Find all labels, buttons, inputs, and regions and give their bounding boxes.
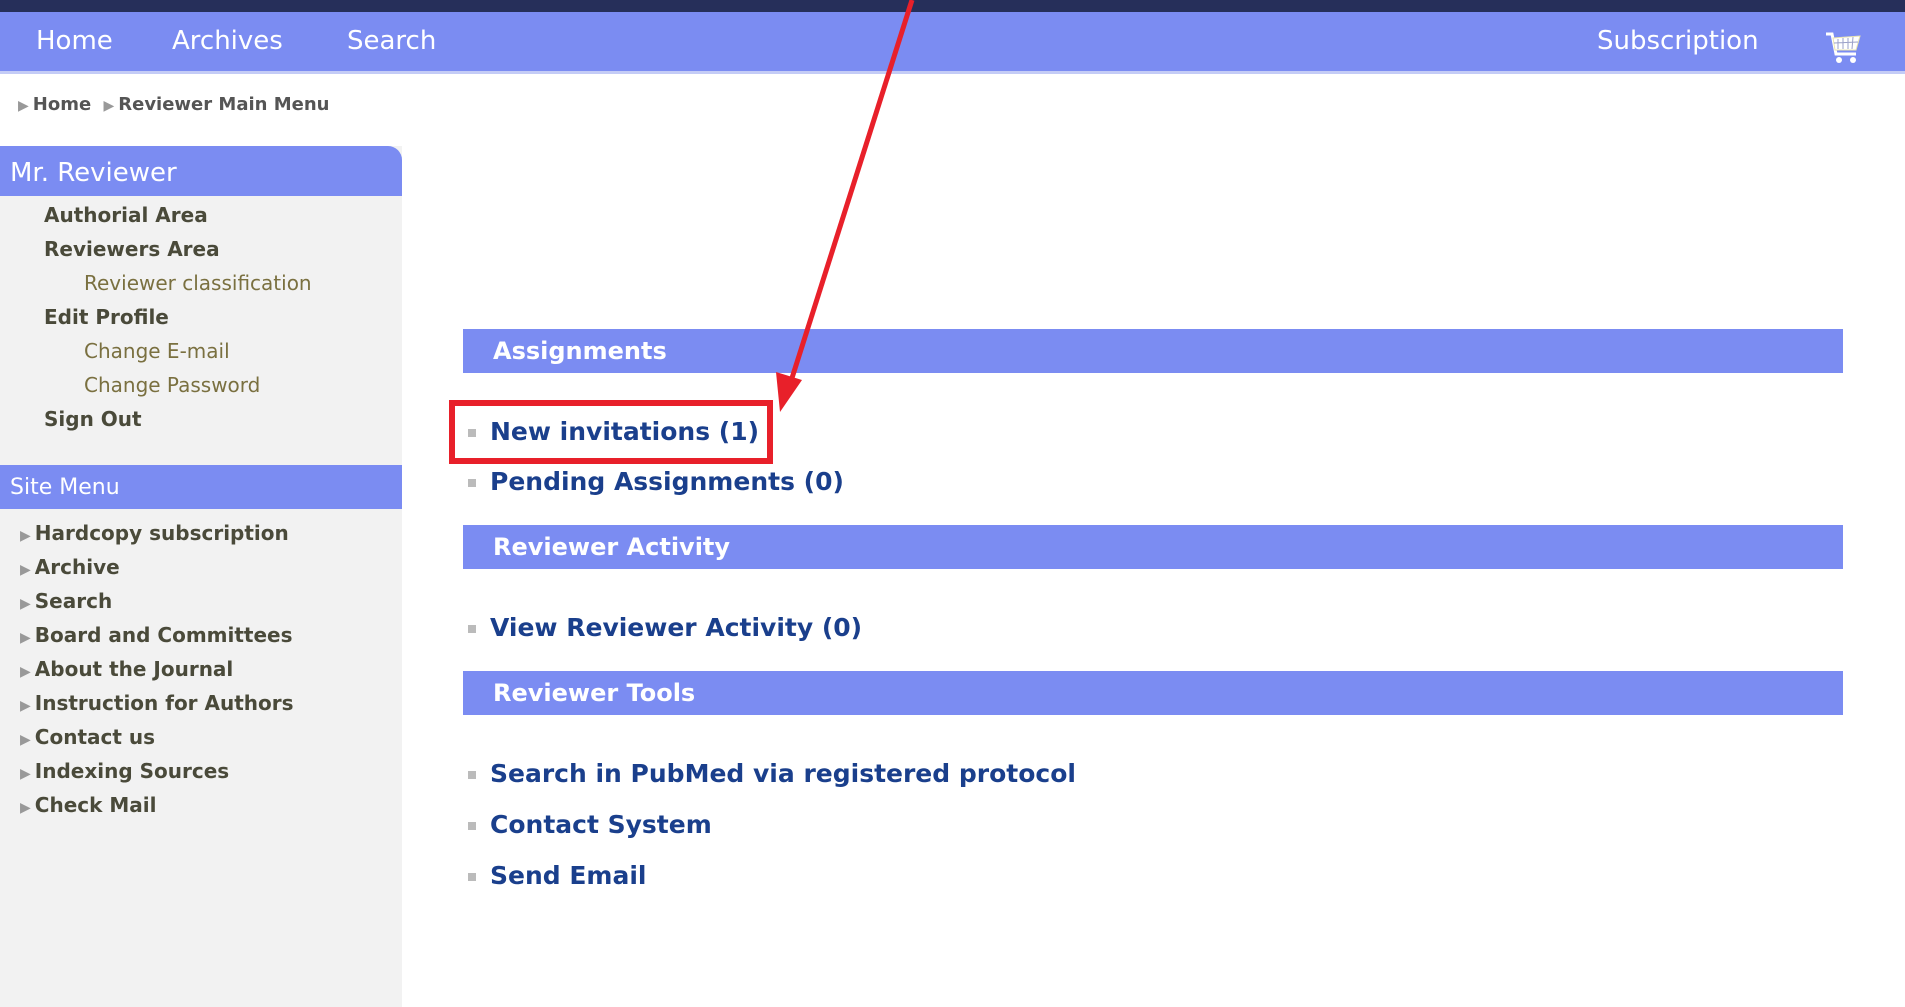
- arrow-icon: ▶: [20, 630, 31, 646]
- site-menu-label: Board and Committees: [34, 623, 293, 647]
- send-email-label: Send Email: [490, 861, 647, 890]
- site-menu-label: Contact us: [34, 725, 156, 749]
- sidebar-reviewer-classification-link[interactable]: Reviewer classification: [84, 270, 312, 296]
- site-menu-label: Search: [34, 589, 113, 613]
- arrow-icon: ▶: [20, 698, 31, 714]
- nav-subscription-link[interactable]: Subscription: [1597, 26, 1759, 56]
- view-reviewer-activity-link[interactable]: View Reviewer Activity (0): [468, 613, 862, 643]
- sidebar-authorial-area-link[interactable]: Authorial Area: [44, 202, 208, 228]
- top-strip: [0, 0, 1905, 12]
- search-pubmed-link[interactable]: Search in PubMed via registered protocol: [468, 759, 1076, 789]
- arrow-icon: ▶: [20, 664, 31, 680]
- view-reviewer-activity-label: View Reviewer Activity (0): [490, 613, 863, 642]
- reviewer-tools-section-header: Reviewer Tools: [463, 671, 1843, 715]
- site-menu-board-and-committees[interactable]: ▶ Board and Committees: [20, 622, 293, 651]
- site-menu-label: Archive: [34, 555, 120, 579]
- arrow-icon: ▶: [20, 528, 31, 544]
- arrow-icon: ▶: [20, 766, 31, 782]
- site-menu-search[interactable]: ▶ Search: [20, 588, 112, 617]
- pending-assignments-link[interactable]: Pending Assignments (0): [468, 467, 844, 497]
- breadcrumb-arrow-icon: ▶: [18, 98, 29, 114]
- bullet-icon: [468, 822, 476, 830]
- sidebar-user-header: Mr. Reviewer: [0, 146, 402, 196]
- arrow-icon: ▶: [20, 800, 31, 816]
- bullet-icon: [468, 625, 476, 633]
- site-menu-label: Indexing Sources: [34, 759, 230, 783]
- arrow-icon: ▶: [20, 596, 31, 612]
- site-menu-label: About the Journal: [34, 657, 234, 681]
- nav-archives-link[interactable]: Archives: [172, 26, 283, 56]
- arrow-icon: ▶: [20, 732, 31, 748]
- sidebar-edit-profile-link[interactable]: Edit Profile: [44, 304, 169, 330]
- bullet-icon: [468, 771, 476, 779]
- sidebar-site-menu-header: Site Menu: [0, 465, 402, 509]
- assignments-section-header: Assignments: [463, 329, 1843, 373]
- site-menu-archive[interactable]: ▶ Archive: [20, 554, 120, 583]
- send-email-link[interactable]: Send Email: [468, 861, 647, 891]
- sidebar-reviewers-area-link[interactable]: Reviewers Area: [44, 236, 220, 262]
- annotation-highlight-box: [449, 400, 773, 464]
- nav-home-link[interactable]: Home: [36, 26, 113, 56]
- bullet-icon: [468, 873, 476, 881]
- breadcrumb-current: Reviewer Main Menu: [118, 94, 330, 115]
- contact-system-link[interactable]: Contact System: [468, 810, 712, 840]
- sidebar-change-email-link[interactable]: Change E-mail: [84, 338, 230, 364]
- search-pubmed-label: Search in PubMed via registered protocol: [490, 759, 1076, 788]
- top-nav-bar: Home Archives Search Subscription: [0, 12, 1905, 74]
- site-menu-label: Hardcopy subscription: [34, 521, 289, 545]
- sidebar-change-password-link[interactable]: Change Password: [84, 372, 260, 398]
- breadcrumb-arrow-icon: ▶: [103, 98, 115, 114]
- site-menu-label: Check Mail: [34, 793, 157, 817]
- shopping-cart-icon[interactable]: [1824, 28, 1864, 68]
- breadcrumb: ▶ Home ▶ Reviewer Main Menu: [18, 94, 335, 115]
- site-menu-about-the-journal[interactable]: ▶ About the Journal: [20, 656, 233, 685]
- site-menu-hardcopy-subscription[interactable]: ▶ Hardcopy subscription: [20, 520, 289, 549]
- site-menu-label: Instruction for Authors: [34, 691, 294, 715]
- site-menu-contact-us[interactable]: ▶ Contact us: [20, 724, 155, 753]
- pending-assignments-label: Pending Assignments (0): [490, 467, 844, 496]
- reviewer-activity-section-header: Reviewer Activity: [463, 525, 1843, 569]
- site-menu-instruction-for-authors[interactable]: ▶ Instruction for Authors: [20, 690, 294, 719]
- site-menu-indexing-sources[interactable]: ▶ Indexing Sources: [20, 758, 229, 787]
- breadcrumb-home-link[interactable]: Home: [33, 94, 91, 115]
- nav-search-link[interactable]: Search: [347, 26, 436, 56]
- bullet-icon: [468, 479, 476, 487]
- sidebar-sign-out-link[interactable]: Sign Out: [44, 406, 142, 432]
- site-menu-check-mail[interactable]: ▶ Check Mail: [20, 792, 157, 821]
- contact-system-label: Contact System: [490, 810, 712, 839]
- arrow-icon: ▶: [20, 562, 31, 578]
